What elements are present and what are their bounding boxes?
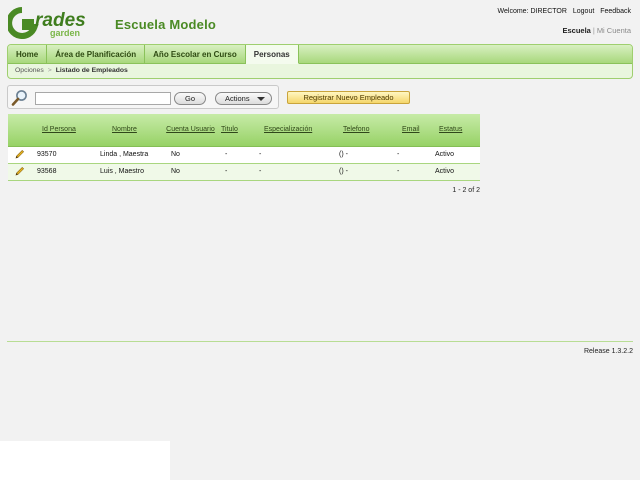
cell-nombre: Linda , Maestra [100, 146, 165, 164]
actions-menu-button[interactable]: Actions [215, 92, 272, 105]
welcome-prefix: Welcome: [497, 8, 529, 15]
top-links: Welcome: DIRECTOR Logout Feedback [490, 8, 631, 15]
escuela-link[interactable]: Escuela [563, 26, 591, 35]
breadcrumb: Opciones > Listado de Empleados [8, 64, 632, 78]
employee-report: Id Persona Nombre Cuenta Usuario Titulo … [8, 114, 480, 194]
mi-cuenta-link[interactable]: Mi Cuenta [597, 26, 631, 35]
grades-garden-logo[interactable]: rades garden [8, 7, 104, 39]
pencil-icon[interactable] [14, 166, 25, 177]
column-header-especializacion[interactable]: Especialización [258, 114, 339, 147]
table-header-row: Id Persona Nombre Cuenta Usuario Titulo … [8, 114, 480, 147]
account-links: Escuela | Mi Cuenta [563, 26, 632, 35]
footer-divider [7, 341, 633, 342]
column-header-telefono[interactable]: Telefono [339, 114, 393, 147]
cell-titulo: - [216, 146, 258, 164]
welcome-label: Welcome: DIRECTOR [494, 8, 567, 15]
cell-email: - [393, 146, 435, 164]
cell-telefono: () - [339, 163, 393, 181]
tab-area-de-planificacion[interactable]: Área de Planificación [47, 45, 146, 64]
link-separator: | [592, 26, 595, 35]
column-header-edit [8, 114, 33, 147]
logout-link[interactable]: Logout [573, 8, 594, 15]
actions-label: Actions [225, 94, 250, 103]
edit-cell[interactable] [8, 146, 33, 164]
edit-cell[interactable] [8, 163, 33, 181]
blank-area [0, 441, 170, 480]
cell-telefono: () - [339, 146, 393, 164]
table-row: 93570 Linda , Maestra No - - () - - Acti… [8, 146, 480, 164]
breadcrumb-separator-icon: > [47, 67, 52, 74]
cell-cuenta-usuario: No [165, 163, 216, 181]
column-header-email[interactable]: Email [393, 114, 435, 147]
cell-estatus: Activo [435, 163, 480, 181]
breadcrumb-current: Listado de Empleados [55, 67, 128, 74]
tab-home[interactable]: Home [8, 45, 48, 64]
column-header-estatus[interactable]: Estatus [435, 114, 480, 147]
app-title: Escuela Modelo [115, 17, 217, 32]
cell-titulo: - [216, 163, 258, 181]
release-version: Release 1.3.2.2 [583, 348, 633, 355]
registrar-nuevo-empleado-button[interactable]: Registrar Nuevo Empleado [287, 91, 410, 104]
cell-nombre: Luis , Maestro [100, 163, 165, 181]
cell-cuenta-usuario: No [165, 146, 216, 164]
go-button[interactable]: Go [174, 92, 206, 105]
logo-word-bottom: garden [50, 28, 80, 38]
search-input[interactable] [35, 92, 171, 105]
cell-email: - [393, 163, 435, 181]
tab-ano-escolar-en-curso[interactable]: Año Escolar en Curso [145, 45, 246, 64]
pencil-icon[interactable] [14, 149, 25, 160]
pagination-info: 1 - 2 of 2 [452, 186, 480, 194]
employee-table: Id Persona Nombre Cuenta Usuario Titulo … [8, 114, 480, 181]
cell-estatus: Activo [435, 146, 480, 164]
search-region: Go Actions [7, 85, 279, 109]
magnifier-icon [11, 90, 27, 106]
column-header-titulo[interactable]: Titulo [216, 114, 258, 147]
main-navigation: Home Área de Planificación Año Escolar e… [7, 44, 633, 79]
table-row: 93568 Luis , Maestro No - - () - - Activ… [8, 163, 480, 181]
column-header-nombre[interactable]: Nombre [100, 114, 165, 147]
feedback-link[interactable]: Feedback [600, 8, 631, 15]
cell-especializacion: - [258, 163, 339, 181]
tab-bar: Home Área de Planificación Año Escolar e… [8, 45, 632, 64]
cell-especializacion: - [258, 146, 339, 164]
column-header-cuenta-usuario[interactable]: Cuenta Usuario [165, 114, 216, 147]
breadcrumb-opciones[interactable]: Opciones [15, 67, 44, 74]
column-header-id-persona[interactable]: Id Persona [33, 114, 100, 147]
cell-id-persona: 93568 [33, 163, 100, 181]
cell-id-persona: 93570 [33, 146, 100, 164]
tab-personas[interactable]: Personas [245, 45, 299, 64]
chevron-down-icon [257, 97, 265, 101]
welcome-user: DIRECTOR [530, 8, 567, 15]
